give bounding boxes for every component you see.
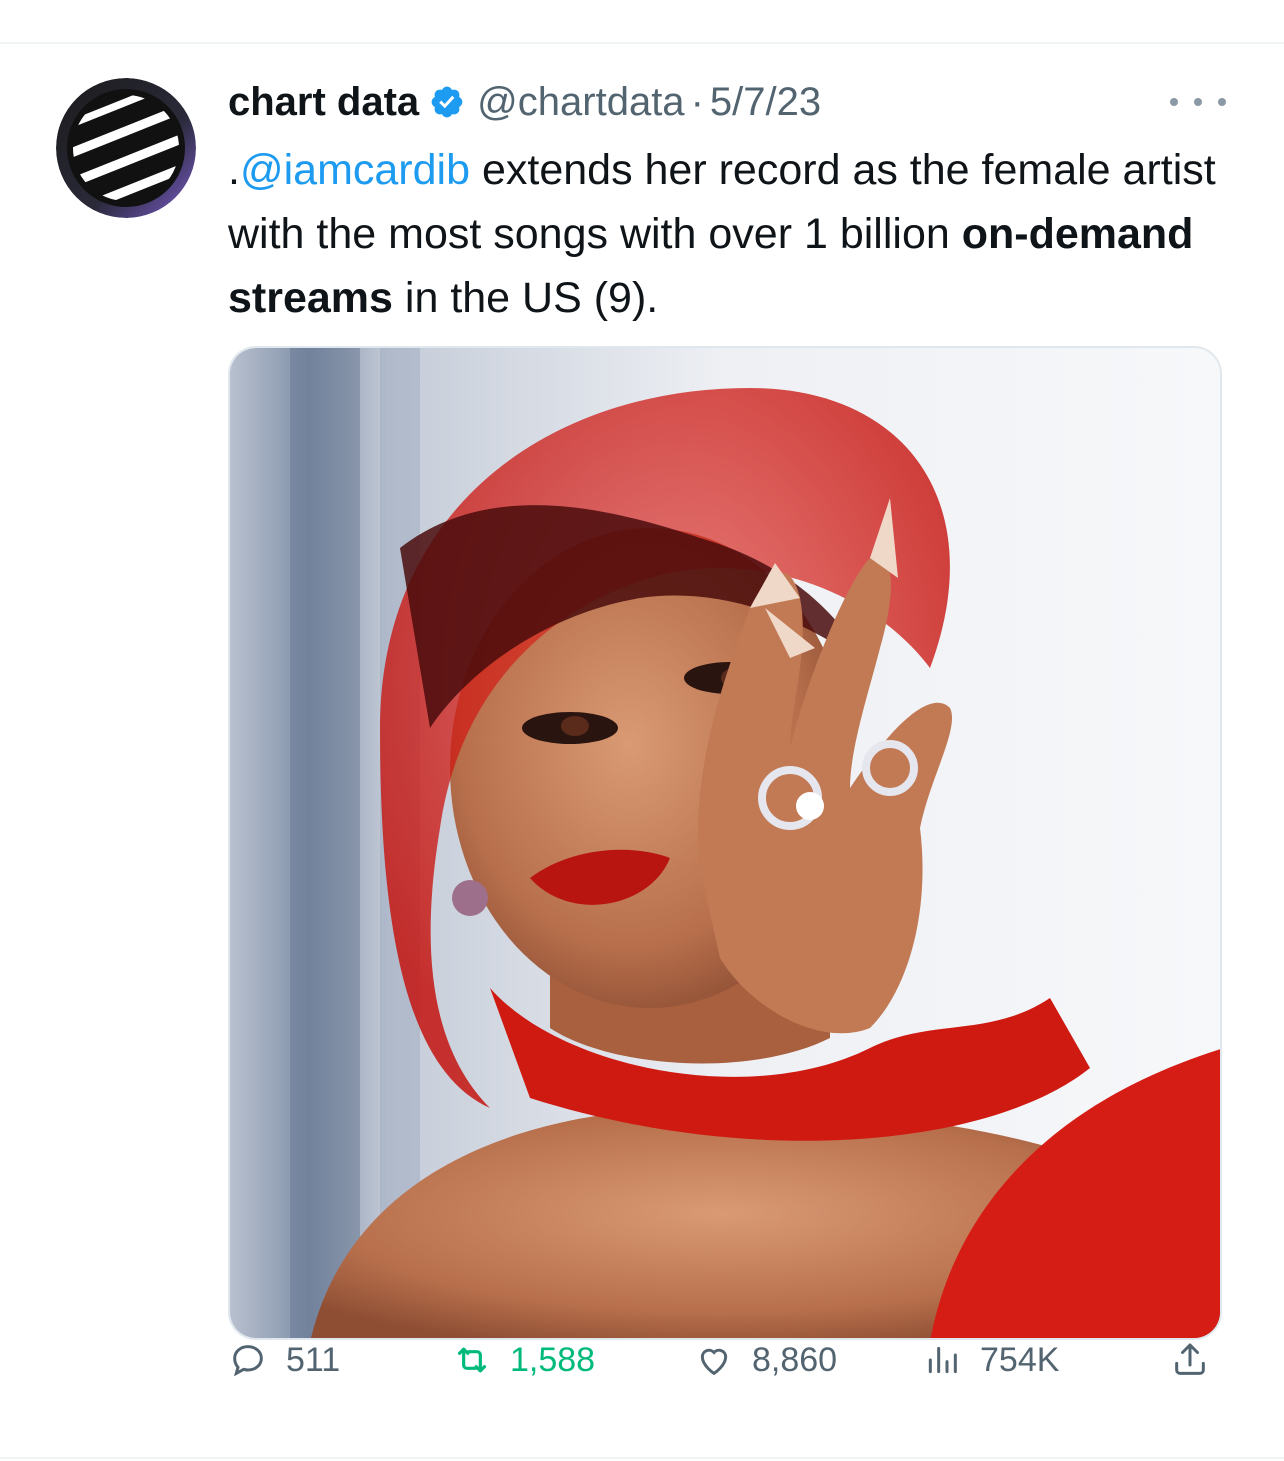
- reply-icon: [233, 1345, 263, 1377]
- retweet-icon: [457, 1347, 487, 1373]
- share-icon: [1175, 1343, 1205, 1375]
- reply-count: 511: [286, 1340, 341, 1379]
- like-button[interactable]: 8,860: [694, 1338, 837, 1382]
- tweet-header: chart data @chartdata · 5/7/23: [228, 72, 821, 132]
- avatar[interactable]: [56, 78, 196, 218]
- separator-dot: ·: [690, 79, 704, 124]
- author-handle[interactable]: @chartdata: [477, 80, 684, 125]
- mention-link[interactable]: @iamcardib: [240, 146, 470, 194]
- text-part-2: in the US (9).: [392, 274, 659, 322]
- text-prefix: .: [228, 146, 240, 194]
- like-count: 8,860: [752, 1340, 838, 1379]
- retweet-count: 1,588: [510, 1340, 596, 1379]
- share-button[interactable]: [1170, 1338, 1228, 1382]
- reply-button[interactable]: 511: [228, 1338, 340, 1382]
- portrait-photo: [230, 348, 1220, 1338]
- chart-data-logo: [56, 78, 196, 218]
- tweet-photo[interactable]: [228, 346, 1222, 1340]
- heart-icon: [700, 1348, 728, 1376]
- views-count: 754K: [980, 1340, 1060, 1379]
- views-icon: [928, 1346, 957, 1374]
- author-name[interactable]: chart data: [228, 80, 419, 125]
- verified-badge-icon: [429, 84, 465, 120]
- top-divider: [0, 42, 1284, 44]
- bottom-divider: [0, 1457, 1284, 1459]
- tweet-text: .@iamcardib extends her record as the fe…: [228, 138, 1238, 330]
- more-icon[interactable]: [1170, 88, 1226, 116]
- tweet-date[interactable]: 5/7/23: [710, 80, 821, 125]
- views-button[interactable]: 754K: [922, 1338, 1059, 1382]
- retweet-button[interactable]: 1,588: [452, 1338, 595, 1382]
